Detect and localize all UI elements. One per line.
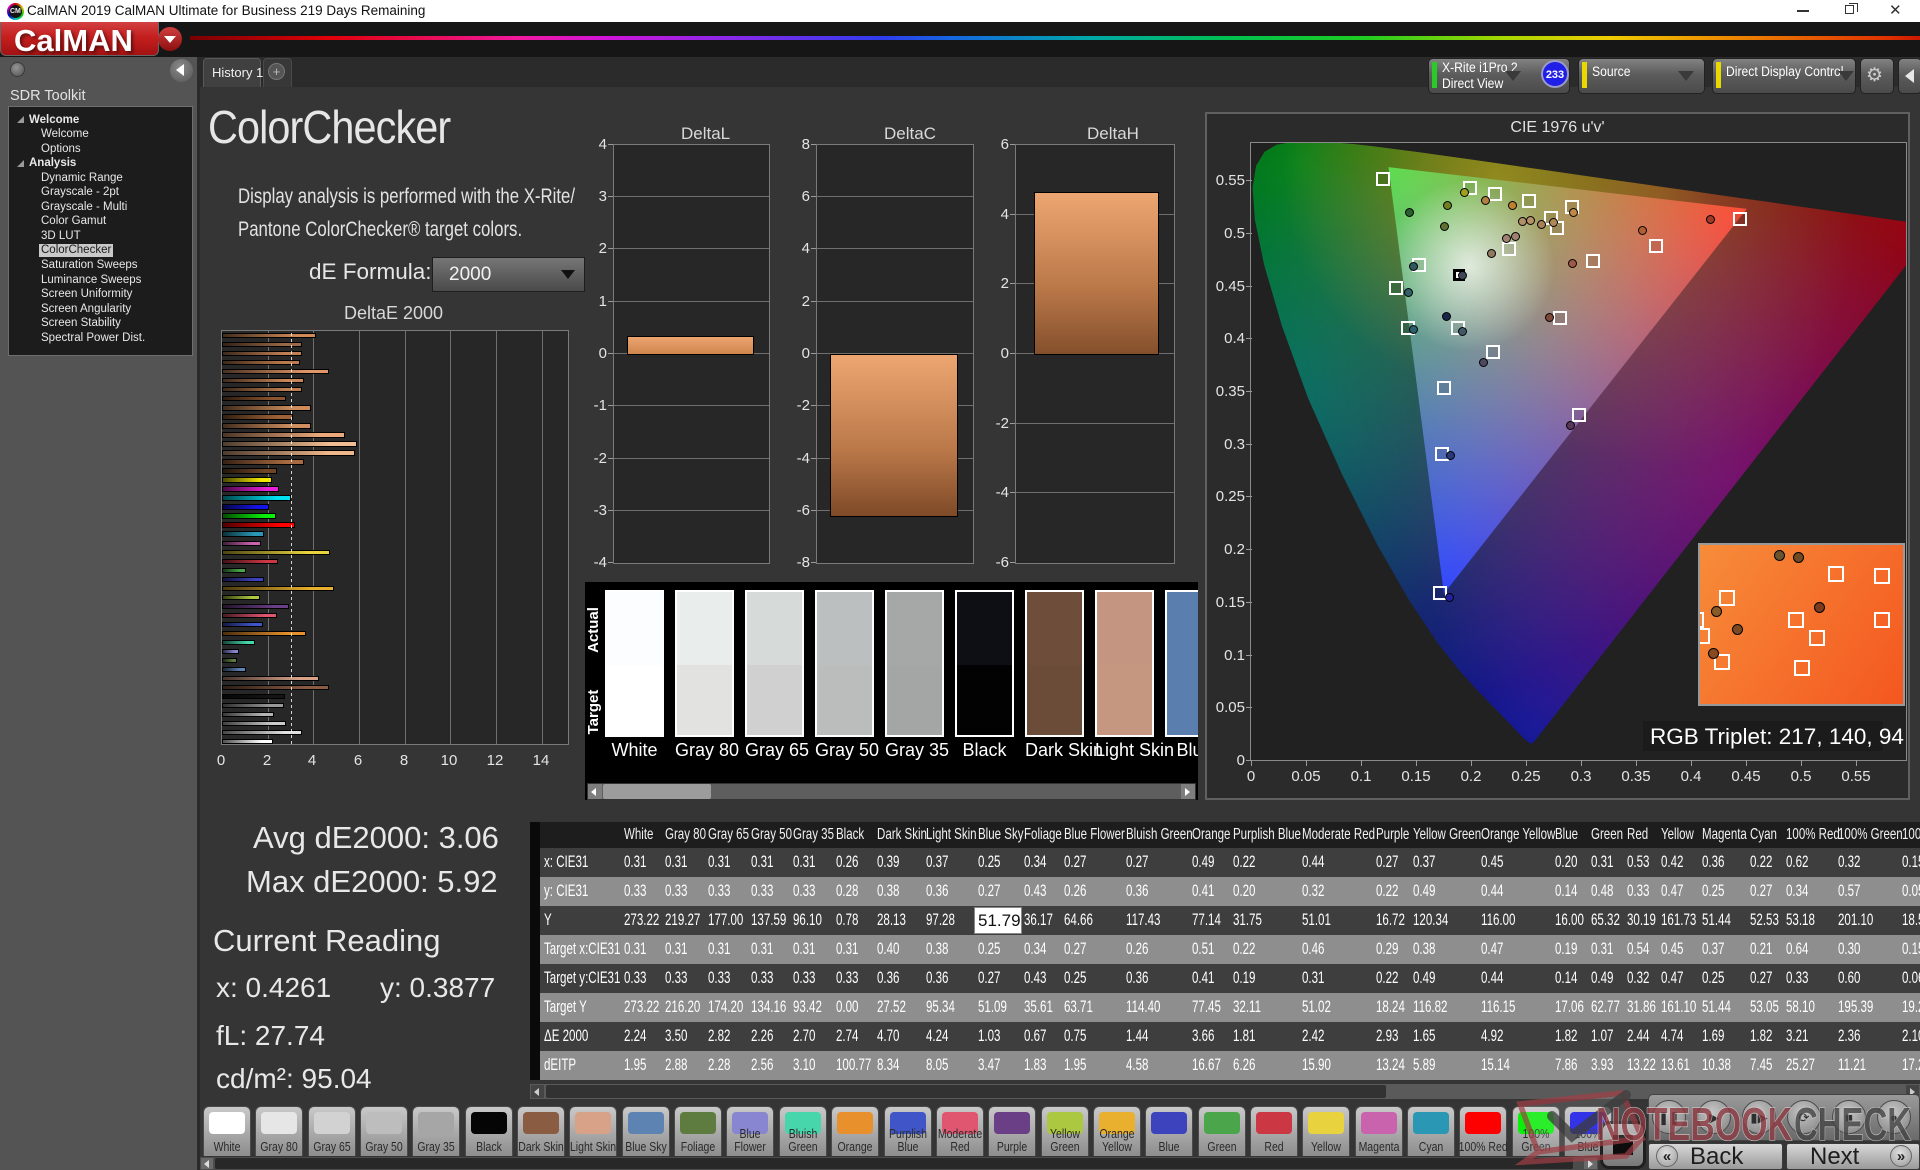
svg-text:NOTEBOOK: NOTEBOOK <box>1596 1098 1792 1150</box>
svg-text:CHECK: CHECK <box>1794 1098 1911 1150</box>
